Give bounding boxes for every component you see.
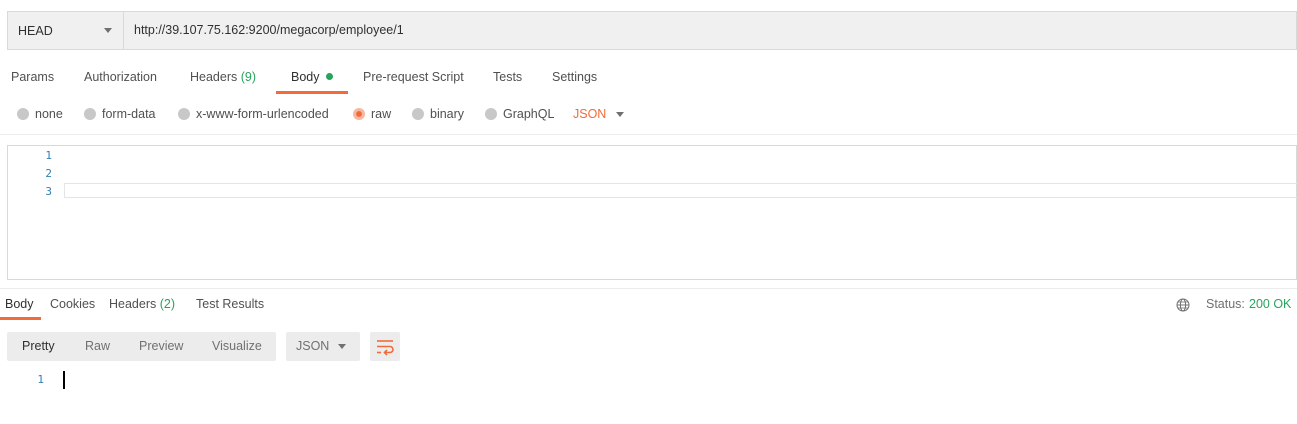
globe-icon[interactable]: [1176, 298, 1190, 312]
radio-graphql[interactable]: [485, 108, 497, 120]
response-tab-test-results[interactable]: Test Results: [196, 297, 264, 311]
line-number: 2: [45, 167, 52, 180]
response-tab-headers-label: Headers: [109, 297, 157, 311]
chevron-down-icon[interactable]: [616, 112, 624, 117]
status-label: Status:: [1206, 297, 1245, 311]
radio-form-data[interactable]: [84, 108, 96, 120]
active-tab-underline: [0, 317, 41, 320]
divider: [0, 134, 1297, 135]
active-tab-underline: [276, 91, 348, 94]
wrap-lines-button[interactable]: [370, 332, 400, 361]
radio-none[interactable]: [17, 108, 29, 120]
chevron-down-icon: [104, 28, 112, 33]
view-pretty-button[interactable]: Pretty: [22, 332, 55, 361]
response-tab-body[interactable]: Body: [5, 297, 34, 311]
method-label: HEAD: [18, 23, 53, 38]
response-tab-headers-count: (2): [159, 297, 176, 311]
radio-urlencoded-label[interactable]: x-www-form-urlencoded: [196, 107, 329, 121]
radio-raw-label[interactable]: raw: [371, 107, 391, 121]
method-select[interactable]: HEAD: [8, 12, 124, 49]
chevron-down-icon: [338, 344, 346, 349]
request-url-bar: HEAD http://39.107.75.162:9200/megacorp/…: [7, 11, 1297, 50]
line-number: 3: [45, 185, 52, 198]
view-raw-button[interactable]: Raw: [85, 332, 110, 361]
tab-body[interactable]: Body: [291, 70, 333, 84]
radio-binary-label[interactable]: binary: [430, 107, 464, 121]
response-format-label: JSON: [296, 339, 330, 353]
view-mode-segmented-control: Pretty Raw Preview Visualize: [7, 332, 276, 361]
body-type-radio-group: none form-data x-www-form-urlencoded raw…: [0, 107, 1297, 123]
radio-binary[interactable]: [412, 108, 424, 120]
url-input[interactable]: http://39.107.75.162:9200/megacorp/emplo…: [134, 12, 404, 49]
body-indicator-dot-icon: [325, 73, 333, 80]
status-value[interactable]: 200 OK: [1249, 297, 1291, 311]
response-tab-cookies[interactable]: Cookies: [50, 297, 95, 311]
radio-none-label[interactable]: none: [35, 107, 63, 121]
raw-format-select[interactable]: JSON: [573, 107, 606, 121]
radio-graphql-label[interactable]: GraphQL: [503, 107, 554, 121]
active-line-highlight: [64, 183, 1297, 198]
line-number: 1: [45, 149, 52, 162]
radio-form-data-label[interactable]: form-data: [102, 107, 156, 121]
tab-body-label: Body: [291, 70, 320, 84]
divider: [0, 288, 1297, 289]
tab-authorization[interactable]: Authorization: [84, 70, 157, 84]
text-cursor: [63, 371, 65, 389]
tab-pre-request-script[interactable]: Pre-request Script: [363, 70, 464, 84]
view-preview-button[interactable]: Preview: [139, 332, 183, 361]
response-format-select[interactable]: JSON: [286, 332, 360, 361]
radio-raw[interactable]: [353, 108, 365, 120]
wrap-lines-icon: [377, 340, 394, 356]
line-number: 1: [37, 373, 44, 386]
view-visualize-button[interactable]: Visualize: [212, 332, 262, 361]
tab-params[interactable]: Params: [11, 70, 54, 84]
tab-tests[interactable]: Tests: [493, 70, 522, 84]
response-tab-headers[interactable]: Headers (2): [109, 297, 175, 311]
tab-settings[interactable]: Settings: [552, 70, 597, 84]
tab-headers[interactable]: Headers (9): [190, 70, 256, 84]
radio-urlencoded[interactable]: [178, 108, 190, 120]
request-body-editor[interactable]: 1 2 3: [7, 145, 1297, 280]
tab-headers-label: Headers: [190, 70, 238, 84]
tab-headers-count: (9): [240, 70, 257, 84]
